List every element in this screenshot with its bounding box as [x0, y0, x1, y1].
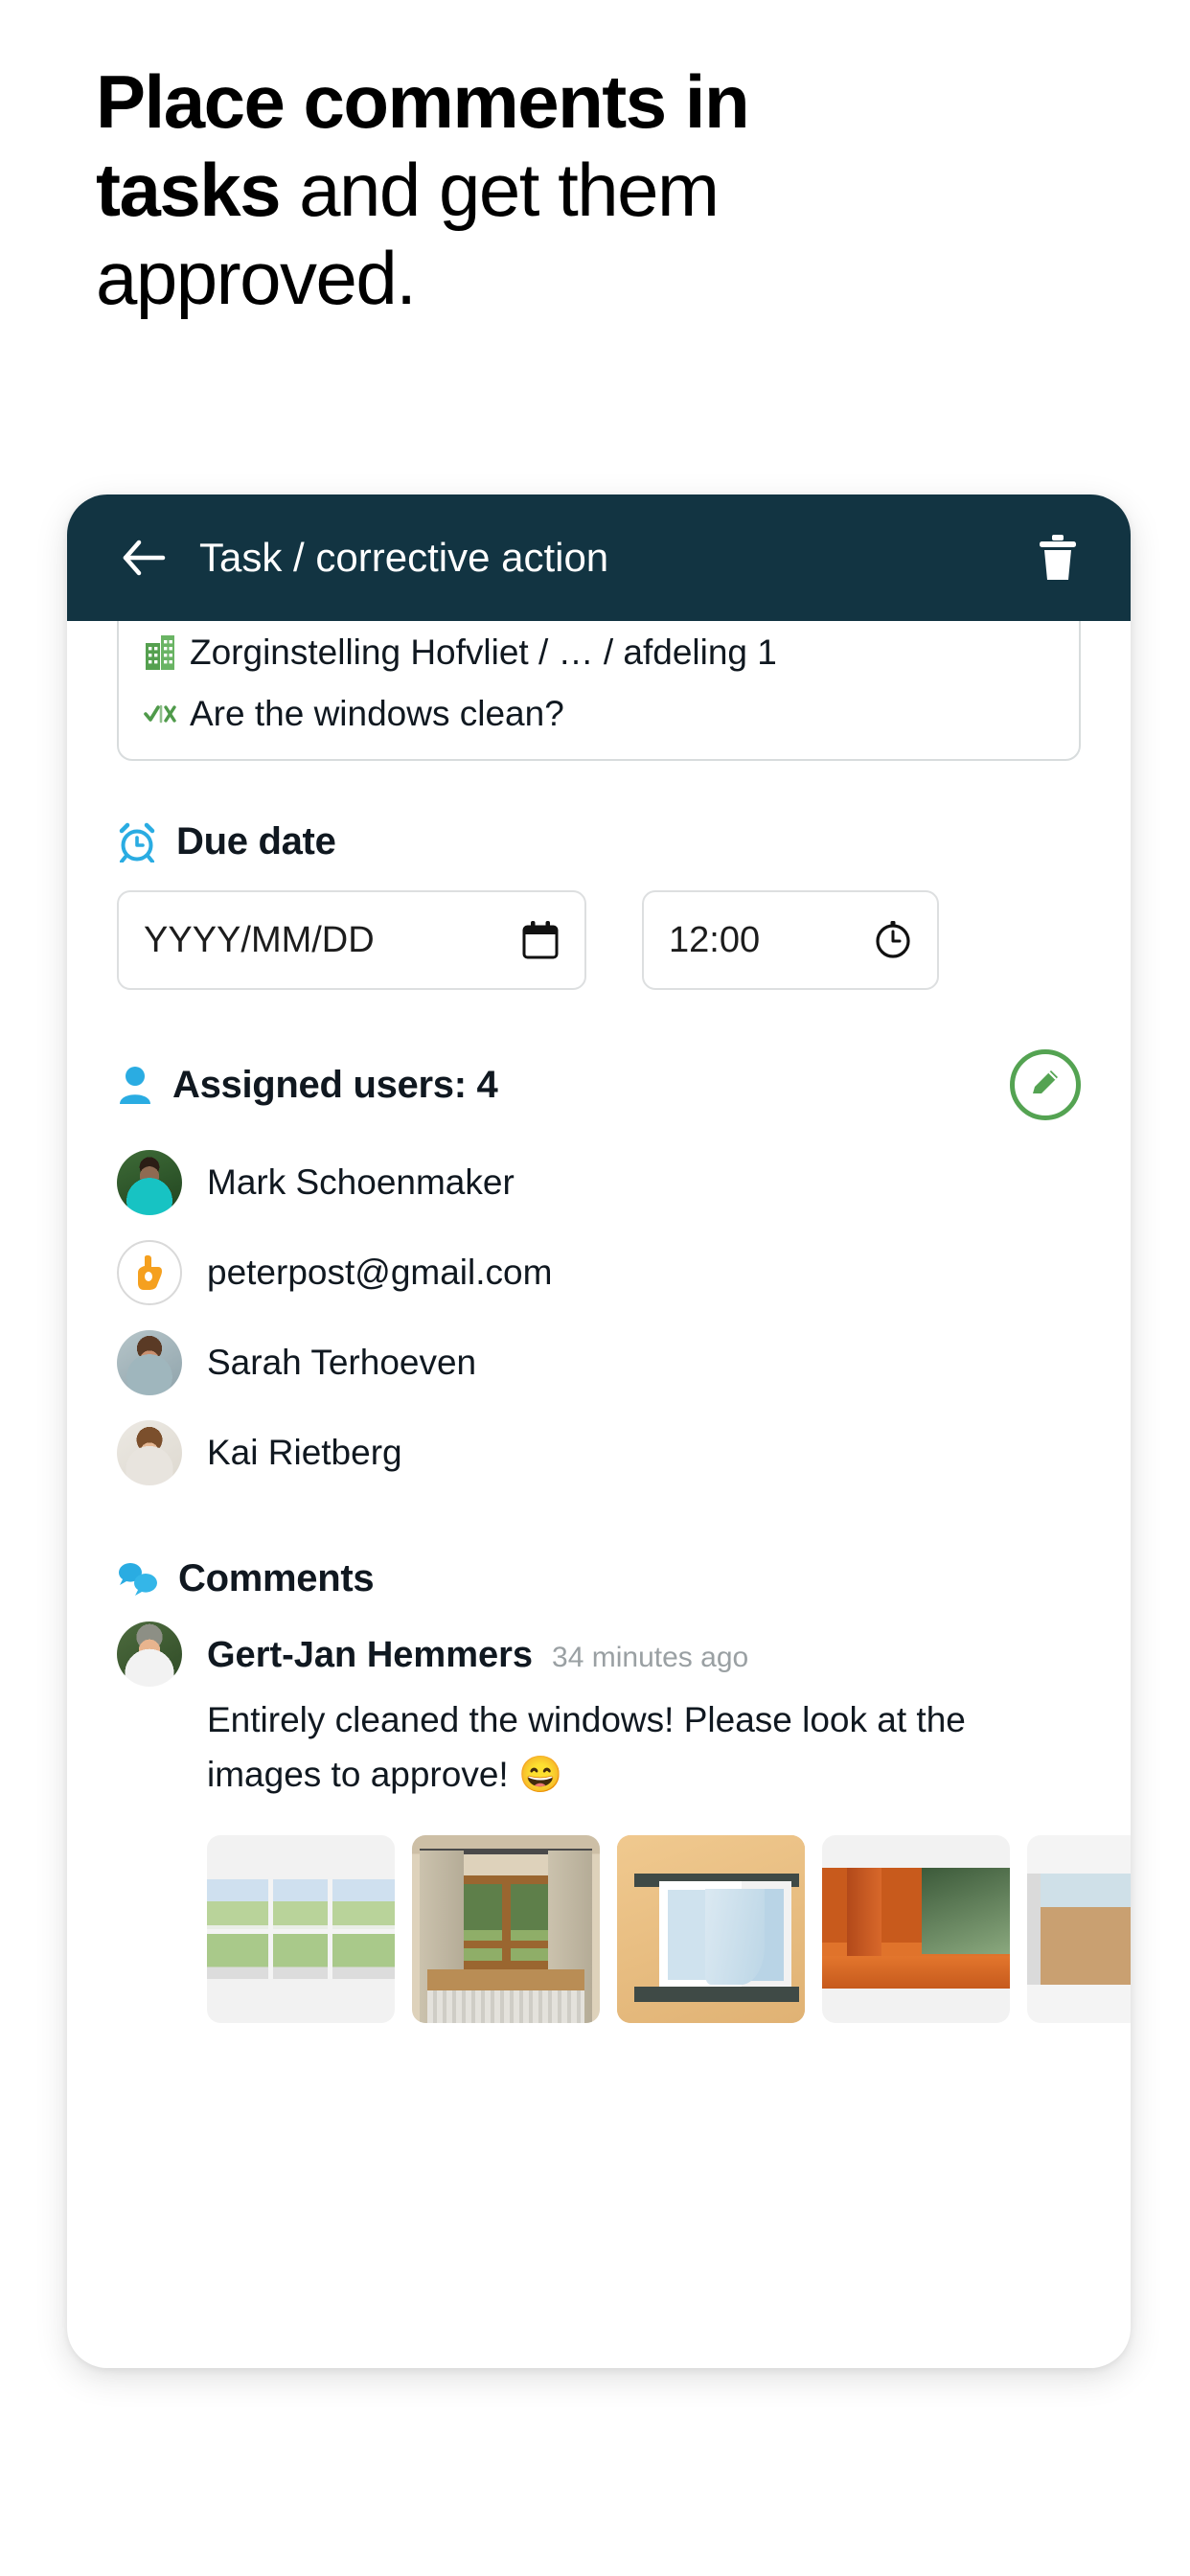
hero-line-3: approved. — [96, 236, 415, 320]
user-name: Sarah Terhoeven — [207, 1343, 476, 1383]
comment-author: Gert-Jan Hemmers — [207, 1635, 533, 1676]
assigned-users-list: Mark Schoenmaker peterpost@gmail.com Sar… — [117, 1138, 1081, 1498]
calendar-icon[interactable] — [521, 920, 560, 960]
thumb-detail — [822, 1956, 1010, 1989]
context-question-label: Are the windows clean? — [190, 694, 564, 734]
user-name: Mark Schoenmaker — [207, 1162, 515, 1203]
thumb-detail — [452, 1941, 560, 1948]
appbar-title: Task / corrective action — [199, 535, 608, 581]
comments-label: Comments — [178, 1557, 374, 1600]
app-screenshot-card: Task / corrective action — [67, 494, 1131, 2368]
thumb-detail — [1027, 1874, 1041, 1985]
list-item[interactable]: Kai Rietberg — [117, 1408, 1081, 1498]
comment-timestamp: 34 minutes ago — [552, 1642, 748, 1674]
avatar — [117, 1240, 182, 1305]
edit-assigned-users-button[interactable] — [1010, 1049, 1081, 1120]
hero-line-2-bold: tasks — [96, 148, 280, 232]
thumb-detail — [207, 1929, 395, 1934]
context-location-label: Zorginstelling Hofvliet / … / afdeling 1 — [190, 632, 777, 673]
app-bar: Task / corrective action — [67, 494, 1131, 621]
task-context-box[interactable]: Zorginstelling Hofvliet / … / afdeling 1… — [117, 598, 1081, 761]
thumb-detail — [634, 1987, 799, 2002]
user-name: Kai Rietberg — [207, 1433, 402, 1473]
thumb-image — [1027, 1874, 1131, 1985]
attachment-thumbnail[interactable] — [1027, 1835, 1131, 2023]
user-name: peterpost@gmail.com — [207, 1253, 552, 1293]
speech-bubbles-icon — [117, 1559, 159, 1599]
clock-icon[interactable] — [874, 920, 912, 960]
avatar — [117, 1150, 182, 1215]
thumb-detail — [502, 1875, 511, 1969]
appbar-title-separator: / — [282, 535, 315, 580]
comment-attachments — [207, 1835, 1081, 2023]
due-date-section-header: Due date — [117, 820, 1081, 863]
appbar-title-main: Task — [199, 535, 282, 580]
due-date-label: Due date — [176, 820, 336, 863]
trash-icon[interactable] — [1031, 528, 1085, 587]
hero-line-2-rest: and get them — [280, 148, 719, 232]
appbar-title-sub: corrective action — [315, 535, 608, 580]
attachment-thumbnail[interactable] — [822, 1835, 1010, 2023]
comment-item: Gert-Jan Hemmers 34 minutes ago Entirely… — [117, 1622, 1081, 2023]
avatar — [117, 1420, 182, 1485]
avatar — [117, 1330, 182, 1395]
alarm-clock-icon — [117, 822, 157, 862]
building-icon — [144, 634, 176, 671]
attachment-thumbnail[interactable] — [412, 1835, 600, 2023]
hero-section: Place comments in tasks and get them app… — [0, 0, 1190, 322]
app-body: Zorginstelling Hofvliet / … / afdeling 1… — [67, 598, 1131, 2023]
due-date-value: YYYY/MM/DD — [144, 920, 521, 961]
context-location-row: Zorginstelling Hofvliet / … / afdeling 1 — [144, 632, 1054, 673]
comments-section-header: Comments — [117, 1557, 1081, 1600]
list-item[interactable]: peterpost@gmail.com — [117, 1228, 1081, 1318]
comment-meta: Gert-Jan Hemmers 34 minutes ago — [207, 1622, 748, 1676]
comment-header: Gert-Jan Hemmers 34 minutes ago — [117, 1622, 1081, 1687]
page-title: Place comments in tasks and get them app… — [96, 58, 1094, 322]
due-date-inputs: YYYY/MM/DD 12:00 — [117, 890, 1081, 990]
attachment-thumbnail[interactable] — [617, 1835, 805, 2023]
list-item[interactable]: Mark Schoenmaker — [117, 1138, 1081, 1228]
comment-body: Entirely cleaned the windows! Please loo… — [207, 1692, 1069, 1803]
avatar — [117, 1622, 182, 1687]
thumb-detail — [427, 1990, 584, 2023]
thumb-detail — [705, 1889, 765, 1985]
attachment-thumbnail[interactable] — [207, 1835, 395, 2023]
due-date-input[interactable]: YYYY/MM/DD — [117, 890, 586, 990]
list-item[interactable]: Sarah Terhoeven — [117, 1318, 1081, 1408]
thumb-detail — [427, 1969, 584, 1990]
pencil-edit-icon — [1026, 1064, 1064, 1107]
back-button[interactable] — [117, 531, 171, 585]
assigned-users-label: Assigned users: 4 — [172, 1064, 497, 1107]
thumb-detail — [922, 1868, 1010, 1954]
hero-line-1: Place comments in — [96, 59, 748, 144]
check-cross-icon — [144, 702, 176, 725]
person-icon — [117, 1065, 153, 1105]
due-time-input[interactable]: 12:00 — [642, 890, 939, 990]
assigned-users-section-header: Assigned users: 4 — [117, 1049, 1081, 1120]
due-time-value: 12:00 — [669, 920, 874, 961]
context-question-row: Are the windows clean? — [144, 694, 1054, 734]
